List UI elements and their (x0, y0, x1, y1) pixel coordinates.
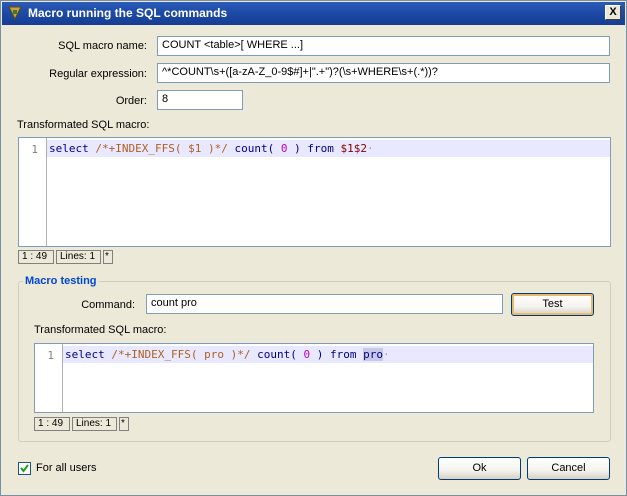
result-modified-indicator: * (119, 417, 129, 431)
macro-name-label: SQL macro name: (58, 40, 147, 52)
transformed-editor[interactable]: 1 select /*+INDEX_FFS( $1 )*/ count( 0 )… (18, 137, 611, 247)
result-line-count: Lines: 1 (72, 417, 117, 431)
macro-dialog: Macro running the SQL commands X SQL mac… (0, 0, 627, 496)
ok-button[interactable]: Ok (438, 457, 521, 480)
title-bar: Macro running the SQL commands X (2, 2, 625, 25)
modified-indicator: * (103, 250, 113, 264)
regex-input[interactable]: ^*COUNT\s+([a-zA-Z_0-9$#]+|".+")?(\s+WHE… (157, 63, 610, 83)
app-icon (8, 6, 22, 21)
window-title: Macro running the SQL commands (28, 6, 228, 20)
line-count: Lines: 1 (56, 250, 101, 264)
result-line-gutter: 1 (35, 344, 63, 412)
line-number: 1 (31, 143, 38, 156)
result-cursor-position: 1 : 49 (34, 417, 70, 431)
result-label: Transformated SQL macro: (34, 324, 167, 336)
order-label: Order: (115, 95, 147, 107)
command-label: Command: (81, 299, 135, 311)
for-all-users-label[interactable]: For all users (36, 462, 97, 474)
line-gutter: 1 (19, 138, 47, 246)
regex-label: Regular expression: (49, 68, 147, 80)
command-input[interactable]: count pro (146, 294, 503, 314)
checkmark-icon (20, 464, 29, 473)
transformed-label: Transformated SQL macro: (17, 119, 150, 131)
code-line: select /*+INDEX_FFS( $1 )*/ count( 0 ) f… (49, 142, 374, 155)
cursor-position: 1 : 49 (18, 250, 54, 264)
result-editor[interactable]: 1 select /*+INDEX_FFS( pro )*/ count( 0 … (34, 343, 594, 413)
order-input[interactable]: 8 (157, 90, 243, 110)
result-code-line: select /*+INDEX_FFS( pro )*/ count( 0 ) … (65, 348, 390, 361)
close-icon: X (609, 6, 617, 18)
macro-name-input[interactable]: COUNT <table>[ WHERE ...] (157, 36, 610, 56)
for-all-users-checkbox[interactable] (18, 462, 31, 475)
result-line-number: 1 (47, 349, 54, 362)
close-button[interactable]: X (605, 5, 621, 20)
test-button[interactable]: Test (511, 293, 594, 316)
cancel-button[interactable]: Cancel (527, 457, 610, 480)
macro-testing-title: Macro testing (23, 275, 99, 287)
